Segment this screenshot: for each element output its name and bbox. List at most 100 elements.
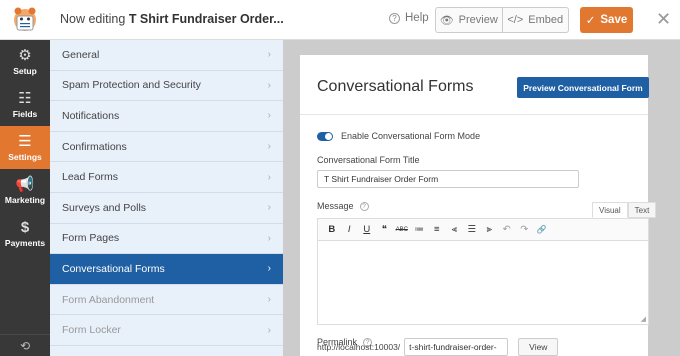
preview-conversational-form-button[interactable]: Preview Conversational Form <box>517 77 649 98</box>
help-label: Help <box>405 12 429 24</box>
chevron-right-icon: › <box>267 171 271 183</box>
panel-item-form-locker[interactable]: Form Locker › <box>50 315 283 346</box>
toggle-label: Enable Conversational Form Mode <box>341 131 481 141</box>
gear-icon: ⚙ <box>18 46 32 64</box>
save-button[interactable]: ✓ Save <box>580 7 633 33</box>
panel-item-form-pages[interactable]: Form Pages › <box>50 224 283 255</box>
form-title-value: T Shirt Fundraiser Order Form <box>324 174 439 184</box>
panel-item-label: Form Pages <box>62 232 120 245</box>
link-icon[interactable]: 🔗 <box>533 225 551 234</box>
align-right-icon[interactable]: ⫸ <box>481 224 499 235</box>
strikethrough-icon[interactable]: ABC <box>393 227 411 233</box>
nav-item-setup[interactable]: ⚙ Setup <box>0 40 50 83</box>
revisions-icon[interactable]: ⟲ <box>0 334 50 356</box>
panel-item-surveys-polls[interactable]: Surveys and Polls › <box>50 193 283 224</box>
italic-icon[interactable]: I <box>341 224 359 235</box>
embed-label: Embed <box>528 14 564 26</box>
panel-item-notifications[interactable]: Notifications › <box>50 101 283 132</box>
editing-title: Now editing T Shirt Fundraiser Order... <box>60 12 284 26</box>
chevron-right-icon: › <box>267 324 271 336</box>
panel-item-conversational-forms[interactable]: Conversational Forms › <box>50 254 283 285</box>
sliders-icon: ☰ <box>18 132 32 150</box>
panel-item-spam-protection[interactable]: Spam Protection and Security › <box>50 71 283 102</box>
wpforms-logo <box>0 0 50 40</box>
bullet-list-icon[interactable]: ≔ <box>411 224 429 235</box>
divider <box>300 114 648 115</box>
bold-icon[interactable]: B <box>323 224 341 235</box>
panel-item-confirmations[interactable]: Confirmations › <box>50 132 283 163</box>
nav-item-fields[interactable]: ☷ Fields <box>0 83 50 126</box>
help-icon: ? <box>359 202 369 212</box>
panel-item-general[interactable]: General › <box>50 40 283 71</box>
permalink-slug-input[interactable]: t-shirt-fundraiser-order- <box>404 338 509 356</box>
panel-item-label: Notifications <box>62 109 120 122</box>
tab-text[interactable]: Text <box>627 202 657 218</box>
code-icon: </> <box>507 14 524 26</box>
numbered-list-icon[interactable]: ≡ <box>428 224 446 235</box>
top-bar: Now editing T Shirt Fundraiser Order... … <box>0 0 680 40</box>
underline-icon[interactable]: U <box>358 224 376 235</box>
settings-card: Conversational Forms Preview Conversatio… <box>300 55 657 356</box>
form-name: T Shirt Fundraiser Order... <box>128 12 284 26</box>
chevron-right-icon: › <box>267 110 271 122</box>
nav-item-settings[interactable]: ☰ Settings <box>0 126 50 169</box>
form-title-input[interactable]: T Shirt Fundraiser Order Form <box>317 170 579 188</box>
main-area: Conversational Forms Preview Conversatio… <box>283 40 680 356</box>
form-title-label: Conversational Form Title <box>317 155 420 165</box>
panel-item-label: Conversational Forms <box>62 262 165 275</box>
help-icon: ? <box>389 12 400 24</box>
chevron-right-icon: › <box>267 232 271 244</box>
panel-item-label: Surveys and Polls <box>62 201 147 214</box>
panel-item-label: Spam Protection and Security <box>62 79 201 92</box>
editor-tabs: Visual Text <box>592 202 657 218</box>
save-label: Save <box>600 14 628 26</box>
settings-panel: General › Spam Protection and Security ›… <box>50 40 283 356</box>
panel-item-label: Lead Forms <box>62 171 119 184</box>
view-button[interactable]: View <box>518 338 559 356</box>
panel-item-label: General <box>62 48 100 61</box>
align-left-icon[interactable]: ⫷ <box>446 224 464 235</box>
eye-icon: 👁 <box>439 14 454 27</box>
permalink-base: http://localhost:10003/ <box>317 342 401 352</box>
editor-body[interactable]: ◢ <box>318 241 648 324</box>
chevron-right-icon: › <box>267 202 271 214</box>
panel-item-lead-forms[interactable]: Lead Forms › <box>50 162 283 193</box>
chevron-right-icon: › <box>267 263 271 275</box>
help-button[interactable]: ? Help <box>389 12 429 24</box>
chevron-right-icon: › <box>267 49 271 61</box>
editing-prefix: Now editing <box>60 12 126 26</box>
redo-icon[interactable]: ↷ <box>516 224 534 235</box>
message-label-row: Message? <box>317 201 369 212</box>
nav-item-marketing[interactable]: 📢 Marketing <box>0 169 50 212</box>
page-title: Conversational Forms <box>317 78 474 95</box>
chevron-right-icon: › <box>267 141 271 153</box>
panel-item-label: Form Abandonment <box>62 293 155 306</box>
dollar-icon: $ <box>20 218 30 236</box>
panel-item-label: Confirmations <box>62 140 127 153</box>
preview-embed-group: 👁 Preview </> Embed <box>435 7 569 33</box>
conversational-mode-toggle[interactable] <box>317 131 333 141</box>
preview-button[interactable]: 👁 Preview <box>436 8 502 32</box>
preview-label: Preview <box>458 14 498 26</box>
align-center-icon[interactable]: ☰ <box>463 224 481 235</box>
megaphone-icon: 📢 <box>15 175 35 193</box>
editor-toolbar: B I U ❝ ABC ≔ ≡ ⫷ ☰ ⫸ ↶ ↷ 🔗 <box>318 219 648 241</box>
nav-label: Settings <box>8 151 42 162</box>
undo-icon[interactable]: ↶ <box>498 224 516 235</box>
nav-item-payments[interactable]: $ Payments <box>0 212 50 255</box>
tab-visual[interactable]: Visual <box>592 202 628 218</box>
nav-label: Payments <box>4 237 46 248</box>
resize-handle-icon[interactable]: ◢ <box>641 315 646 323</box>
permalink-row: http://localhost:10003/ t-shirt-fundrais… <box>317 338 559 356</box>
panel-item-label: Form Locker <box>62 324 121 337</box>
close-icon[interactable]: ✕ <box>656 9 671 30</box>
embed-button[interactable]: </> Embed <box>501 8 569 32</box>
chevron-right-icon: › <box>267 79 271 91</box>
left-nav: ⚙ Setup ☷ Fields ☰ Settings 📢 Marketing … <box>0 40 50 356</box>
nav-label: Marketing <box>4 194 46 205</box>
permalink-slug: t-shirt-fundraiser-order- <box>409 342 497 352</box>
bear-logo-icon <box>14 7 36 31</box>
panel-item-form-abandonment[interactable]: Form Abandonment › <box>50 285 283 316</box>
blockquote-icon[interactable]: ❝ <box>376 224 394 235</box>
message-editor: B I U ❝ ABC ≔ ≡ ⫷ ☰ ⫸ ↶ ↷ 🔗 ◢ <box>317 218 649 325</box>
